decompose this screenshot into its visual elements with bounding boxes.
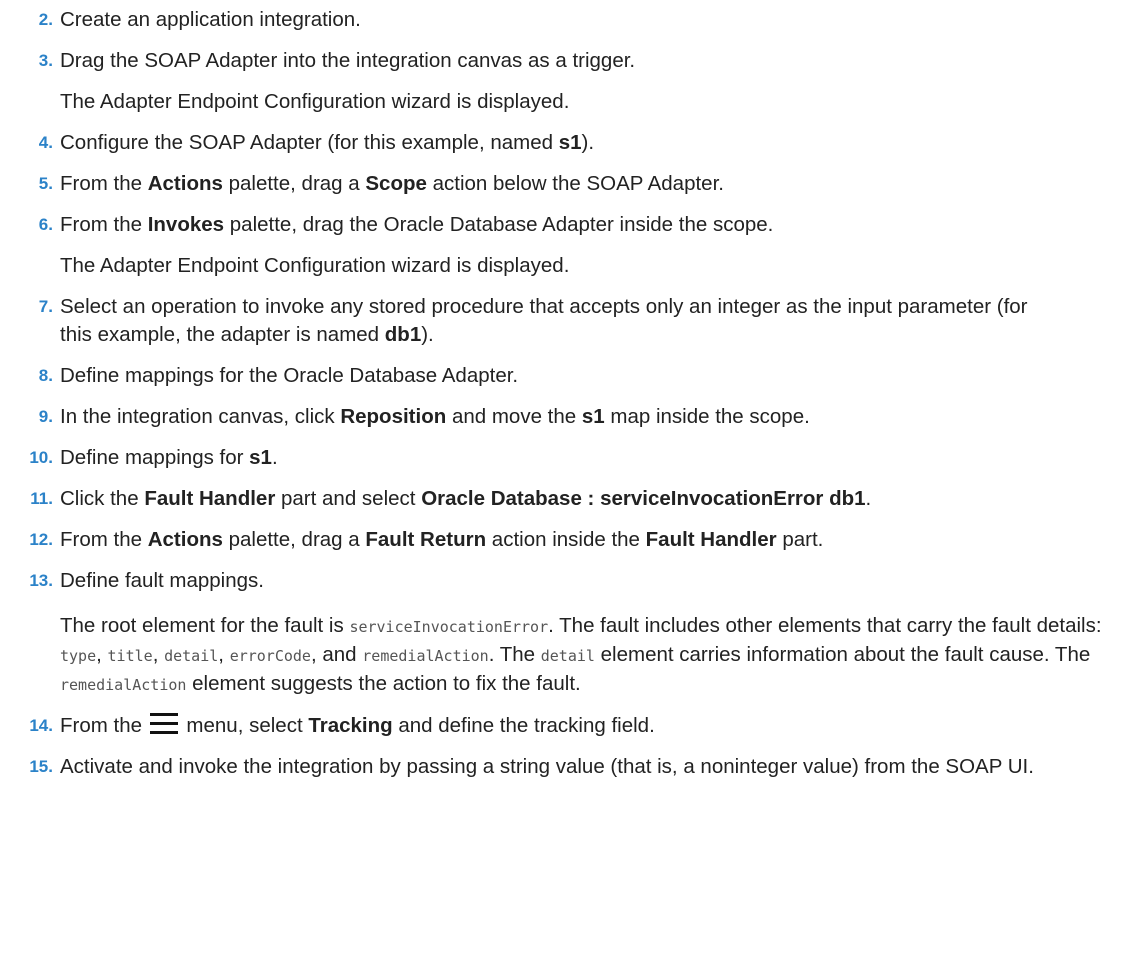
code-term: title bbox=[107, 647, 153, 665]
code-term: serviceInvocationError bbox=[349, 618, 549, 636]
adapter-name: s1 bbox=[249, 446, 272, 469]
step-number: 6 bbox=[0, 211, 53, 239]
code-term: type bbox=[60, 647, 97, 665]
step-text: Configure the SOAP Adapter (for this exa… bbox=[60, 131, 595, 154]
step-number: 12 bbox=[0, 526, 53, 554]
step-text: From the menu, select Tracking and defin… bbox=[60, 713, 655, 737]
step-text: From the Invokes palette, drag the Oracl… bbox=[60, 213, 774, 236]
step-number: 8 bbox=[0, 362, 53, 390]
step-5: 5 From the Actions palette, drag a Scope… bbox=[0, 170, 1126, 198]
step-number: 13 bbox=[0, 567, 53, 595]
step-2: 2 Create an application integration. bbox=[0, 6, 1126, 34]
step-text: Drag the SOAP Adapter into the integrati… bbox=[60, 49, 636, 72]
step-number: 9 bbox=[0, 403, 53, 431]
code-term: detail bbox=[164, 647, 219, 665]
step-13: 13 Define fault mappings. The root eleme… bbox=[0, 567, 1126, 699]
ui-term: Scope bbox=[365, 172, 427, 195]
step-number: 14 bbox=[0, 712, 53, 740]
step-9: 9 In the integration canvas, click Repos… bbox=[0, 403, 1126, 431]
step-number: 7 bbox=[0, 293, 53, 321]
step-text: Select an operation to invoke any stored… bbox=[60, 295, 1028, 346]
ui-term: Reposition bbox=[340, 405, 447, 428]
ui-term: Tracking bbox=[308, 714, 393, 737]
adapter-name: s1 bbox=[581, 405, 605, 428]
step-number: 5 bbox=[0, 170, 53, 198]
step-text: From the Actions palette, drag a Fault R… bbox=[60, 528, 824, 551]
procedure-steps: 2 Create an application integration. 3 D… bbox=[0, 6, 1126, 794]
step-4: 4 Configure the SOAP Adapter (for this e… bbox=[0, 129, 1126, 157]
step-14: 14 From the menu, select Tracking and de… bbox=[0, 712, 1126, 740]
step-text: Define mappings for the Oracle Database … bbox=[60, 364, 519, 387]
step-number: 10 bbox=[0, 444, 53, 472]
step-8: 8 Define mappings for the Oracle Databas… bbox=[0, 362, 1126, 390]
step-15: 15 Activate and invoke the integration b… bbox=[0, 753, 1126, 781]
step-12: 12 From the Actions palette, drag a Faul… bbox=[0, 526, 1126, 554]
ui-term: Fault Return bbox=[365, 528, 487, 551]
step-10: 10 Define mappings for s1. bbox=[0, 444, 1126, 472]
code-term: detail bbox=[540, 647, 595, 665]
step-number: 3 bbox=[0, 47, 53, 75]
code-term: remedialAction bbox=[362, 647, 489, 665]
step-text: Create an application integration. bbox=[60, 8, 361, 31]
step-7: 7 Select an operation to invoke any stor… bbox=[0, 293, 1126, 349]
step-number: 4 bbox=[0, 129, 53, 157]
step-3: 3 Drag the SOAP Adapter into the integra… bbox=[0, 47, 1126, 116]
step-result-note: The Adapter Endpoint Configuration wizar… bbox=[60, 90, 570, 113]
step-result-note: The Adapter Endpoint Configuration wizar… bbox=[60, 254, 570, 277]
step-number: 2 bbox=[0, 6, 53, 34]
step-11: 11 Click the Fault Handler part and sele… bbox=[0, 485, 1126, 513]
fault-detail-paragraph: The root element for the fault is servic… bbox=[60, 614, 1102, 695]
step-text: In the integration canvas, click Reposit… bbox=[60, 405, 810, 428]
code-term: remedialAction bbox=[60, 676, 187, 694]
step-number: 11 bbox=[0, 485, 53, 513]
ui-term: Actions bbox=[147, 172, 223, 195]
step-text: Define fault mappings. bbox=[60, 569, 264, 592]
hamburger-menu-icon bbox=[149, 713, 178, 735]
ui-term: Actions bbox=[147, 528, 223, 551]
ui-term: Invokes bbox=[147, 213, 225, 236]
code-term: errorCode bbox=[229, 647, 311, 665]
step-6: 6 From the Invokes palette, drag the Ora… bbox=[0, 211, 1126, 280]
ui-term: Fault Handler bbox=[144, 487, 276, 510]
step-text: Click the Fault Handler part and select … bbox=[60, 487, 872, 510]
step-number: 15 bbox=[0, 753, 53, 781]
step-text: Define mappings for s1. bbox=[60, 446, 278, 469]
adapter-name: db1 bbox=[384, 323, 422, 346]
step-text: From the Actions palette, drag a Scope a… bbox=[60, 172, 724, 195]
step-text: Activate and invoke the integration by p… bbox=[60, 755, 1034, 778]
ui-term: Oracle Database : serviceInvocationError… bbox=[421, 487, 866, 510]
ui-term: Fault Handler bbox=[645, 528, 777, 551]
adapter-name: s1 bbox=[558, 131, 582, 154]
